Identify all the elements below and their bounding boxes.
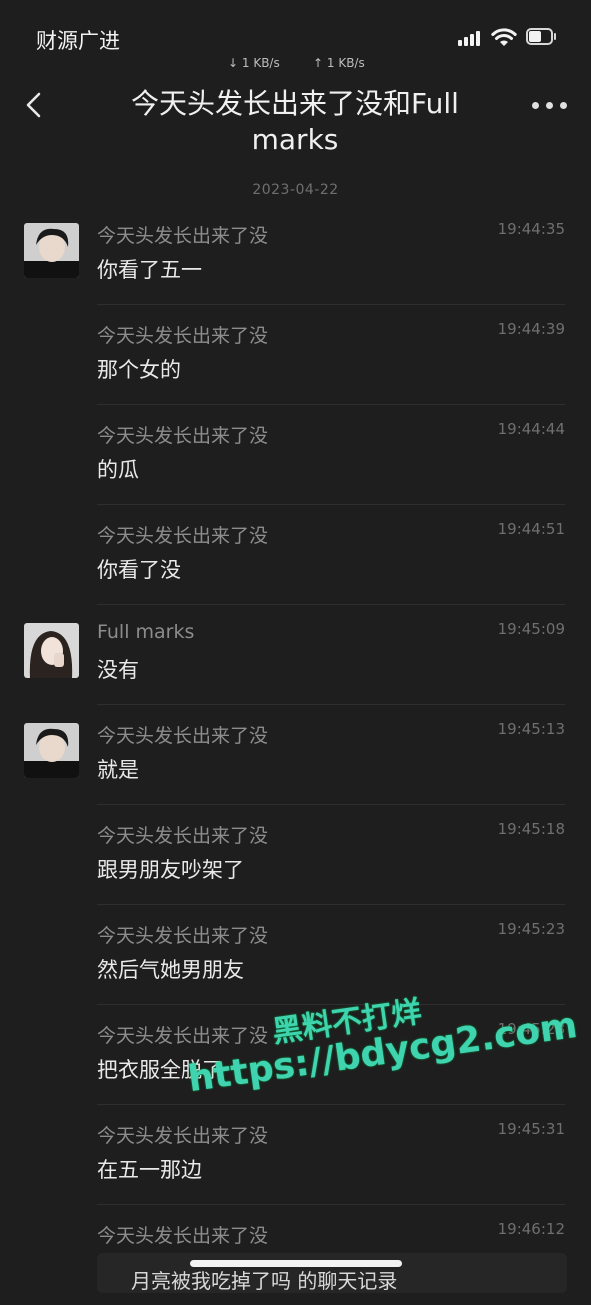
message-sender: 今天头发长出来了没 <box>97 525 269 547</box>
upload-speed: ↑ 1 KB/s <box>313 56 365 70</box>
message-text: 没有 <box>97 658 139 682</box>
message-time: 19:45:13 <box>497 720 565 738</box>
chat-record-card[interactable]: 月亮被我吃掉了吗 的聊天记录 <box>97 1253 567 1293</box>
message-time: 19:45:09 <box>497 620 565 638</box>
message-sender: 今天头发长出来了没 <box>97 425 269 447</box>
message-sender: 今天头发长出来了没 <box>97 325 269 347</box>
message-item[interactable]: Full marks 19:45:09 没有 <box>0 605 591 705</box>
message-time: 19:45:31 <box>497 1120 565 1138</box>
message-text: 你看了没 <box>97 558 181 582</box>
message-item[interactable]: 今天头发长出来了没 19:44:35 你看了五一 <box>0 205 591 305</box>
message-sender: 今天头发长出来了没 <box>97 1125 269 1147</box>
chat-header: 今天头发长出来了没和Full marks <box>0 78 591 168</box>
message-text: 那个女的 <box>97 358 181 382</box>
message-text: 然后气她男朋友 <box>97 958 244 982</box>
message-text: 跟男朋友吵架了 <box>97 858 244 882</box>
message-time: 19:45:18 <box>497 820 565 838</box>
wifi-icon <box>491 28 517 46</box>
date-header: 2023-04-22 <box>252 182 339 198</box>
message-sender: Full marks <box>97 621 195 643</box>
message-sender: 今天头发长出来了没 <box>97 1025 269 1047</box>
message-time: 19:44:35 <box>497 220 565 238</box>
home-indicator[interactable] <box>190 1260 402 1267</box>
message-sender: 今天头发长出来了没 <box>97 225 269 247</box>
message-item[interactable]: 今天头发长出来了没 19:44:51 你看了没 <box>0 505 591 605</box>
message-item[interactable]: 今天头发长出来了没 19:45:23 然后气她男朋友 <box>0 905 591 1005</box>
message-item[interactable]: 今天头发长出来了没 19:45:13 就是 <box>0 705 591 805</box>
carrier-label: 财源广进 <box>36 29 120 53</box>
message-time: 19:45:23 <box>497 920 565 938</box>
chat-title: 今天头发长出来了没和Full marks <box>131 87 459 156</box>
avatar[interactable] <box>24 223 79 278</box>
message-text: 的瓜 <box>97 458 139 482</box>
signal-icon <box>458 30 484 46</box>
avatar[interactable] <box>24 723 79 778</box>
message-time: 19:44:39 <box>497 320 565 338</box>
message-text: 你看了五一 <box>97 258 202 282</box>
message-sender: 今天头发长出来了没 <box>97 925 269 947</box>
message-text: 就是 <box>97 758 139 782</box>
more-dots-icon[interactable] <box>532 102 572 112</box>
chevron-left-icon[interactable] <box>20 90 50 120</box>
avatar[interactable] <box>24 623 79 678</box>
status-bar: 财源广进 ↓ 1 KB/s ↑ 1 KB/s <box>0 0 591 78</box>
message-sender: 今天头发长出来了没 <box>97 1225 269 1247</box>
message-time: 19:44:44 <box>497 420 565 438</box>
message-item[interactable]: 今天头发长出来了没 19:44:39 那个女的 <box>0 305 591 405</box>
message-sender: 今天头发长出来了没 <box>97 825 269 847</box>
message-item[interactable]: 今天头发长出来了没 19:45:18 跟男朋友吵架了 <box>0 805 591 905</box>
message-sender: 今天头发长出来了没 <box>97 725 269 747</box>
message-time: 19:46:12 <box>497 1220 565 1238</box>
message-time: 19:44:51 <box>497 520 565 538</box>
message-text: 在五一那边 <box>97 1158 202 1182</box>
message-item[interactable]: 今天头发长出来了没 19:44:44 的瓜 <box>0 405 591 505</box>
download-speed: ↓ 1 KB/s <box>228 56 280 70</box>
message-item[interactable]: 今天头发长出来了没 19:45:31 在五一那边 <box>0 1105 591 1205</box>
battery-icon <box>526 28 556 45</box>
